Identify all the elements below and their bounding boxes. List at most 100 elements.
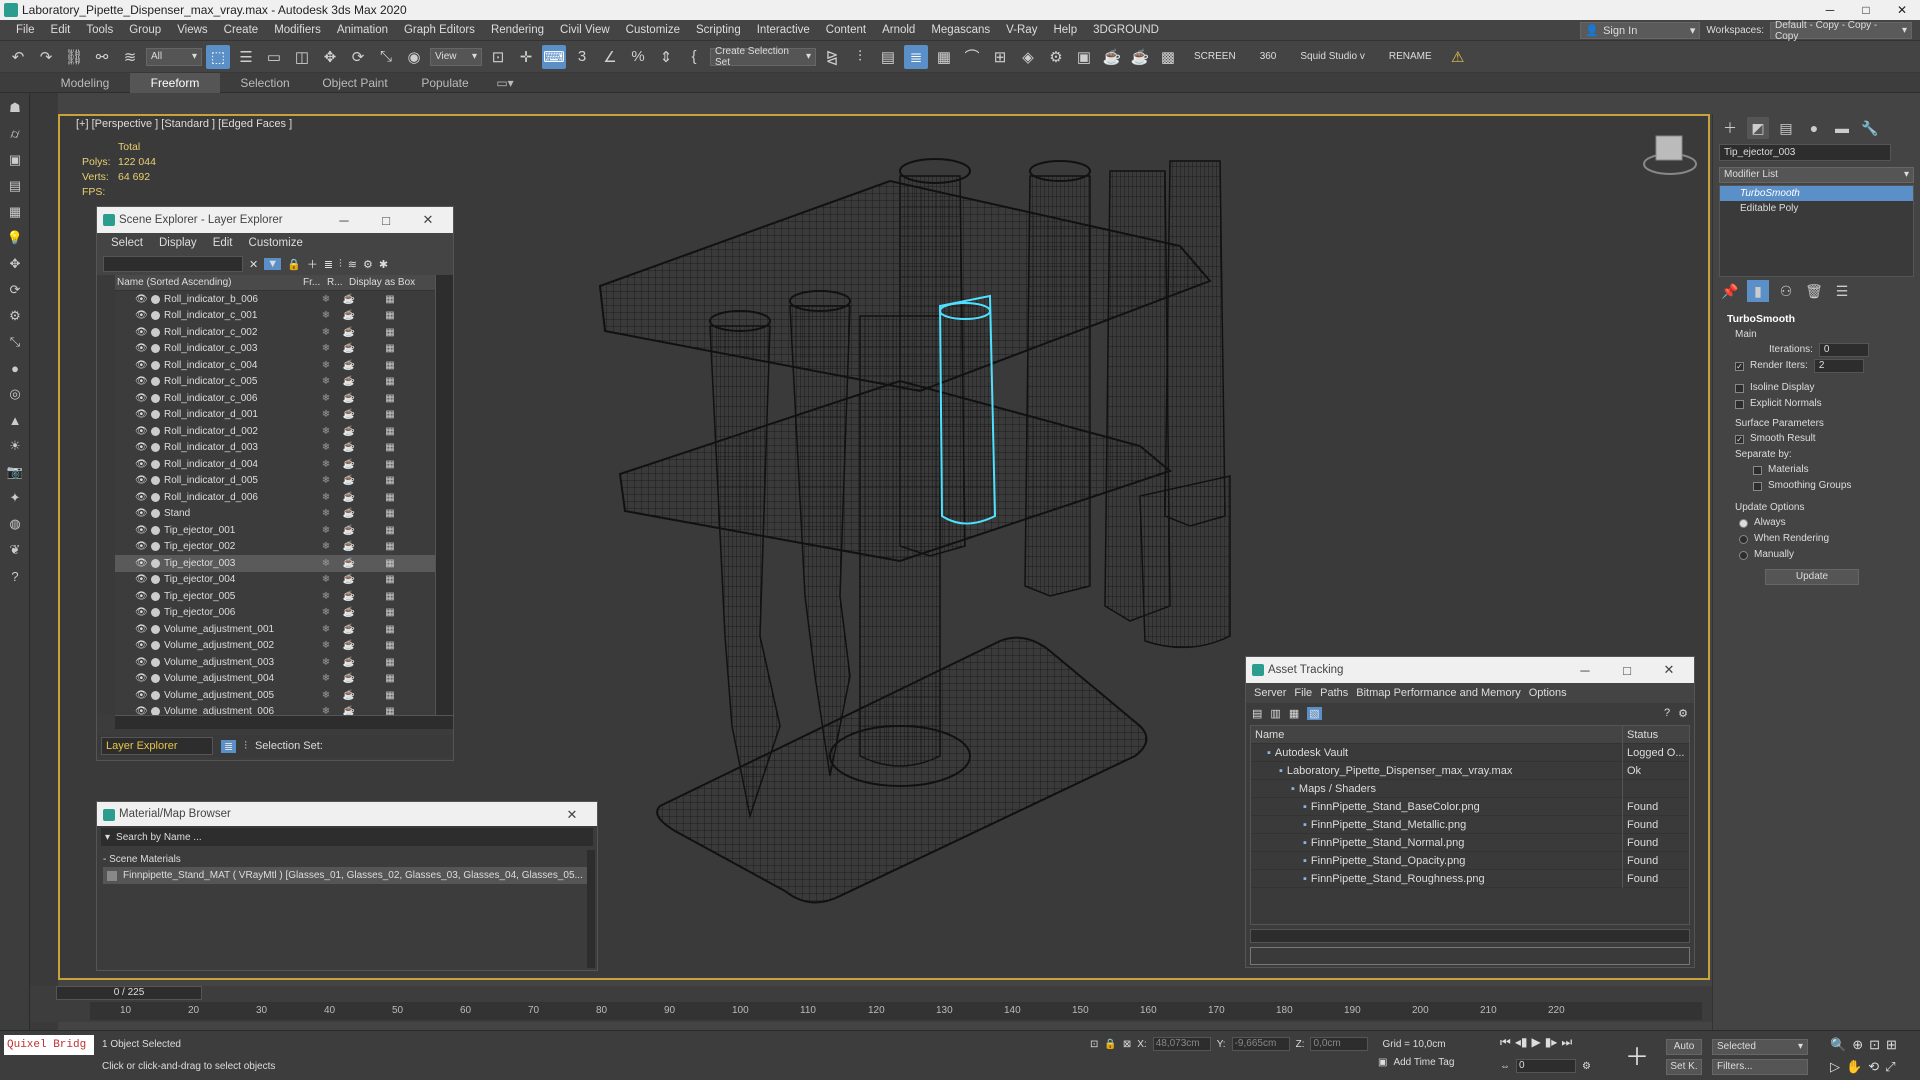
visibility-icon[interactable]: 👁 bbox=[135, 409, 148, 420]
at-menu-bitmap[interactable]: Bitmap Performance and Memory bbox=[1352, 687, 1524, 699]
scene-row[interactable]: 👁 Roll_indicator_c_002 ❄ ☕ ▦ bbox=[115, 324, 435, 341]
hierarchy-icon[interactable]: ⫶ bbox=[244, 740, 247, 753]
rendered-frame-window-icon[interactable]: ▣ bbox=[1072, 45, 1096, 69]
play-icon[interactable]: ▶ bbox=[1531, 1035, 1540, 1050]
display-as-box-icon[interactable]: ▦ bbox=[360, 475, 420, 486]
visibility-icon[interactable]: 👁 bbox=[135, 360, 148, 371]
time-tag[interactable]: ▣ Add Time Tag bbox=[1378, 1057, 1454, 1068]
object-name-field[interactable]: Tip_ejector_003 bbox=[1719, 144, 1891, 161]
view-cube[interactable] bbox=[1643, 135, 1697, 175]
scene-explorer-titlebar[interactable]: Scene Explorer - Layer Explorer ─ □ ✕ bbox=[97, 207, 453, 233]
visibility-icon[interactable]: 👁 bbox=[135, 475, 148, 486]
rectangle-selection-icon[interactable]: ▭ bbox=[262, 45, 286, 69]
close-icon[interactable]: ✕ bbox=[407, 207, 449, 233]
col-renderable[interactable]: R... bbox=[327, 277, 349, 288]
time-config-icon[interactable]: ⚙ bbox=[1582, 1061, 1591, 1072]
visibility-icon[interactable]: 👁 bbox=[135, 690, 148, 701]
display-as-box-icon[interactable]: ▦ bbox=[360, 310, 420, 321]
freeze-icon[interactable]: ❄ bbox=[314, 574, 338, 585]
freeze-icon[interactable]: ❄ bbox=[314, 442, 338, 453]
bind-space-warp-icon[interactable]: ≋ bbox=[118, 45, 142, 69]
col-display-as-box[interactable]: Display as Box bbox=[349, 277, 415, 288]
scene-row[interactable]: 👁 Tip_ejector_004 ❄ ☕ ▦ bbox=[115, 572, 435, 589]
close-icon[interactable]: ✕ bbox=[1648, 657, 1690, 683]
globe-icon[interactable]: ◍ bbox=[4, 513, 26, 535]
rotate-icon[interactable]: ⟳ bbox=[346, 45, 370, 69]
menu-rendering[interactable]: Rendering bbox=[483, 24, 552, 36]
curve-editor-icon[interactable]: ⌒ bbox=[960, 45, 984, 69]
render-icon[interactable]: ☕ bbox=[338, 640, 360, 651]
stack-item-turbosmooth[interactable]: TurboSmooth bbox=[1720, 186, 1913, 201]
iterations-spinner[interactable]: 0 bbox=[1818, 343, 1869, 357]
freeze-icon[interactable]: ❄ bbox=[314, 327, 338, 338]
hierarchy-tab-icon[interactable]: ▤ bbox=[1775, 117, 1797, 139]
render-icon[interactable]: ☕ bbox=[338, 360, 360, 371]
new-layer-icon[interactable]: ＋ bbox=[307, 256, 318, 272]
absolute-mode-icon[interactable]: ⊠ bbox=[1123, 1039, 1131, 1050]
camera-icon[interactable]: 📷 bbox=[4, 461, 26, 483]
freeze-icon[interactable]: ❄ bbox=[314, 426, 338, 437]
display-as-box-icon[interactable]: ▦ bbox=[360, 690, 420, 701]
se-menu-edit[interactable]: Edit bbox=[205, 237, 241, 249]
display-as-box-icon[interactable]: ▦ bbox=[360, 541, 420, 552]
scene-explorer-toggle-icon[interactable]: ▤ bbox=[876, 45, 900, 69]
tab-modeling[interactable]: Modeling bbox=[40, 73, 130, 93]
render-icon[interactable]: ☕ bbox=[338, 624, 360, 635]
workspace-dropdown[interactable]: Default - Copy - Copy - Copy ▾ bbox=[1770, 20, 1912, 42]
previous-frame-icon[interactable]: ◂▮ bbox=[1515, 1035, 1528, 1050]
menu-views[interactable]: Views bbox=[169, 24, 215, 36]
box-icon[interactable]: ▣ bbox=[4, 149, 26, 171]
scene-row[interactable]: 👁 Tip_ejector_002 ❄ ☕ ▦ bbox=[115, 539, 435, 556]
scene-explorer-scrollbar[interactable] bbox=[435, 275, 453, 715]
freeze-icon[interactable]: ❄ bbox=[314, 294, 338, 305]
x-field[interactable]: 48,073cm bbox=[1152, 1037, 1211, 1051]
freeze-icon[interactable]: ❄ bbox=[314, 640, 338, 651]
sign-in-dropdown[interactable]: 👤 Sign In ▾ bbox=[1580, 22, 1701, 39]
cone-icon[interactable]: ▲ bbox=[4, 409, 26, 431]
freeze-icon[interactable]: ❄ bbox=[314, 492, 338, 503]
scene-row[interactable]: 👁 Roll_indicator_c_006 ❄ ☕ ▦ bbox=[115, 390, 435, 407]
menu-modifiers[interactable]: Modifiers bbox=[266, 24, 329, 36]
schematic-view-icon[interactable]: ⊞ bbox=[988, 45, 1012, 69]
vray-icon[interactable]: ▩ bbox=[1156, 45, 1180, 69]
render-icon[interactable]: ☕ bbox=[338, 376, 360, 387]
scene-row[interactable]: 👁 Tip_ejector_001 ❄ ☕ ▦ bbox=[115, 522, 435, 539]
display-as-box-icon[interactable]: ▦ bbox=[360, 508, 420, 519]
at-menu-options[interactable]: Options bbox=[1525, 687, 1571, 699]
freeze-icon[interactable]: ❄ bbox=[314, 607, 338, 618]
create-icon[interactable]: ☗ bbox=[4, 97, 26, 119]
render-icon[interactable]: ☕ bbox=[338, 690, 360, 701]
freeze-icon[interactable]: ❄ bbox=[314, 624, 338, 635]
key-mode-icon[interactable]: ⇔ bbox=[1500, 1061, 1510, 1072]
warning-icon[interactable]: ⚠ bbox=[1446, 45, 1470, 69]
freeze-icon[interactable]: ❄ bbox=[314, 591, 338, 602]
help-icon[interactable]: ? bbox=[4, 565, 26, 587]
scene-row[interactable]: 👁 Roll_indicator_c_003 ❄ ☕ ▦ bbox=[115, 341, 435, 358]
render-icon[interactable]: ☕ bbox=[338, 607, 360, 618]
asset-row[interactable]: ▪ Autodesk Vault Logged O... bbox=[1251, 743, 1689, 762]
hierarchy-icon[interactable]: ⫶ bbox=[339, 258, 342, 271]
modify-tab-icon[interactable]: ◩ bbox=[1747, 117, 1769, 139]
layer-stack-icon[interactable]: ≋ bbox=[348, 258, 357, 271]
select-by-name-icon[interactable]: ☰ bbox=[234, 45, 258, 69]
squid-studio-button[interactable]: Squid Studio v bbox=[1290, 51, 1375, 62]
settings-icon[interactable]: ⚙ bbox=[1678, 707, 1688, 720]
torus-icon[interactable]: ◎ bbox=[4, 383, 26, 405]
settings-icon[interactable]: ⚙ bbox=[363, 258, 373, 271]
render-iterative-icon[interactable]: ☕ bbox=[1128, 45, 1152, 69]
asset-row[interactable]: ▪ FinnPipette_Stand_Normal.png Found bbox=[1251, 833, 1689, 852]
asset-hscrollbar[interactable] bbox=[1250, 929, 1690, 943]
minimize-icon[interactable]: ─ bbox=[323, 207, 365, 233]
scene-row[interactable]: 👁 Stand ❄ ☕ ▦ bbox=[115, 506, 435, 523]
scene-row[interactable]: 👁 Volume_adjustment_001 ❄ ☕ ▦ bbox=[115, 621, 435, 638]
se-menu-select[interactable]: Select bbox=[103, 237, 151, 249]
display-as-box-icon[interactable]: ▦ bbox=[360, 640, 420, 651]
maximize-icon[interactable]: □ bbox=[365, 207, 407, 233]
scene-row[interactable]: 👁 Roll_indicator_c_001 ❄ ☕ ▦ bbox=[115, 308, 435, 325]
visibility-icon[interactable]: 👁 bbox=[135, 673, 148, 684]
at-menu-paths[interactable]: Paths bbox=[1316, 687, 1352, 699]
screen-button[interactable]: SCREEN bbox=[1184, 51, 1246, 62]
visibility-icon[interactable]: 👁 bbox=[135, 459, 148, 470]
sun-icon[interactable]: ☀ bbox=[4, 435, 26, 457]
scene-row[interactable]: 👁 Tip_ejector_005 ❄ ☕ ▦ bbox=[115, 588, 435, 605]
